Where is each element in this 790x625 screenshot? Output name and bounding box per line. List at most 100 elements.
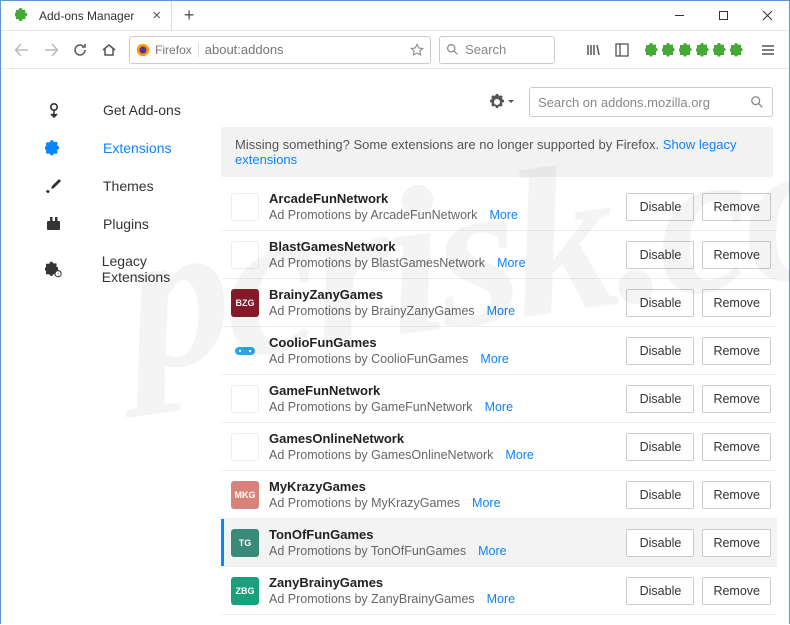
- extension-icons-group: [645, 42, 746, 58]
- sidebar-item-plugins[interactable]: Plugins: [1, 205, 221, 243]
- content-header: Search on addons.mozilla.org: [221, 87, 777, 127]
- extension-row[interactable]: TGTonOfFunGamesAd Promotions by TonOfFun…: [221, 519, 777, 567]
- amo-search-input[interactable]: Search on addons.mozilla.org: [529, 87, 773, 117]
- identity-box[interactable]: Firefox: [136, 43, 199, 57]
- extension-thumbnail: [231, 193, 259, 221]
- extension-icon[interactable]: [645, 42, 661, 58]
- extension-body: GameFunNetworkAd Promotions by GameFunNe…: [269, 383, 616, 414]
- disable-button[interactable]: Disable: [626, 433, 694, 461]
- extension-thumbnail: ZBG: [231, 577, 259, 605]
- back-button[interactable]: [9, 36, 34, 64]
- firefox-logo-icon: [136, 43, 150, 57]
- extension-title: BlastGamesNetwork: [269, 239, 616, 254]
- disable-button[interactable]: Disable: [626, 529, 694, 557]
- extension-actions: Disable Remove: [626, 193, 771, 221]
- extension-row[interactable]: BlastGamesNetwork Ad Promotions by BlastG…: [221, 231, 777, 279]
- forward-button[interactable]: [38, 36, 63, 64]
- nav-toolbar: Firefox about:addons Search: [1, 31, 789, 69]
- browser-tab[interactable]: Add-ons Manager ×: [1, 1, 172, 30]
- extension-icon[interactable]: [679, 42, 695, 58]
- brush-icon: [45, 177, 63, 195]
- disable-button[interactable]: Disable: [626, 337, 694, 365]
- maximize-button[interactable]: [701, 1, 745, 30]
- extension-icon[interactable]: [696, 42, 712, 58]
- remove-button[interactable]: Remove: [702, 337, 771, 365]
- more-link[interactable]: More: [505, 448, 533, 462]
- extension-icon[interactable]: [662, 42, 678, 58]
- more-link[interactable]: More: [487, 592, 515, 606]
- more-link[interactable]: More: [472, 496, 500, 510]
- extension-thumbnail: BZG: [231, 289, 259, 317]
- sidebar-item-get-addons[interactable]: Get Add-ons: [1, 91, 221, 129]
- close-window-button[interactable]: [745, 1, 789, 30]
- extension-body: BlastGamesNetwork Ad Promotions by BlastG…: [269, 239, 616, 270]
- reload-button[interactable]: [67, 36, 92, 64]
- more-link[interactable]: More: [478, 544, 506, 558]
- extension-row[interactable]: GamesOnlineNetwork Ad Promotions by Games…: [221, 423, 777, 471]
- plugin-icon: [45, 215, 63, 233]
- disable-button[interactable]: Disable: [626, 241, 694, 269]
- extension-thumbnail: [231, 337, 259, 365]
- disable-button[interactable]: Disable: [626, 577, 694, 605]
- remove-button[interactable]: Remove: [702, 289, 771, 317]
- extension-title: GamesOnlineNetwork: [269, 431, 616, 446]
- disable-button[interactable]: Disable: [626, 193, 694, 221]
- home-button[interactable]: [96, 36, 121, 64]
- extension-row[interactable]: CoolioFunGamesAd Promotions by CoolioFun…: [221, 327, 777, 375]
- download-icon: [45, 101, 63, 119]
- extension-body: CoolioFunGamesAd Promotions by CoolioFun…: [269, 335, 616, 366]
- sidebar-item-extensions[interactable]: Extensions: [1, 129, 221, 167]
- url-bar[interactable]: Firefox about:addons: [129, 36, 431, 64]
- category-sidebar: Get Add-ons Extensions Themes Plugins ! …: [1, 69, 221, 625]
- extension-row[interactable]: ZBG ZanyBrainyGamesAd Promotions by ZanyB…: [221, 567, 777, 615]
- disable-button[interactable]: Disable: [626, 289, 694, 317]
- addon-puzzle-icon: [15, 8, 30, 23]
- extension-body: ZanyBrainyGamesAd Promotions by ZanyBrai…: [269, 575, 616, 606]
- tab-close-icon[interactable]: ×: [134, 8, 161, 23]
- extension-row[interactable]: GameFunNetworkAd Promotions by GameFunNe…: [221, 375, 777, 423]
- more-link[interactable]: More: [485, 400, 513, 414]
- remove-button[interactable]: Remove: [702, 481, 771, 509]
- extensions-list: ArcadeFunNetworkAd Promotions by ArcadeF…: [221, 183, 777, 615]
- more-link[interactable]: More: [487, 304, 515, 318]
- extension-row[interactable]: MKGMyKrazyGamesAd Promotions by MyKrazyG…: [221, 471, 777, 519]
- hamburger-menu-button[interactable]: [756, 36, 781, 64]
- remove-button[interactable]: Remove: [702, 529, 771, 557]
- remove-button[interactable]: Remove: [702, 241, 771, 269]
- extension-title: TonOfFunGames: [269, 527, 616, 542]
- extension-icon[interactable]: [730, 42, 746, 58]
- tab-title: Add-ons Manager: [39, 9, 134, 23]
- disable-button[interactable]: Disable: [626, 481, 694, 509]
- extension-actions: Disable Remove: [626, 241, 771, 269]
- disable-button[interactable]: Disable: [626, 385, 694, 413]
- extension-row[interactable]: BZGBrainyZanyGamesAd Promotions by Brain…: [221, 279, 777, 327]
- remove-button[interactable]: Remove: [702, 433, 771, 461]
- minimize-button[interactable]: [657, 1, 701, 30]
- sidebar-toggle-button[interactable]: [610, 36, 635, 64]
- sidebar-item-legacy[interactable]: ! Legacy Extensions: [1, 243, 221, 295]
- extension-actions: Disable Remove: [626, 433, 771, 461]
- new-tab-button[interactable]: +: [172, 1, 206, 30]
- library-button[interactable]: [581, 36, 606, 64]
- content-pane: Search on addons.mozilla.org Missing som…: [221, 69, 789, 625]
- more-link[interactable]: More: [480, 352, 508, 366]
- extension-thumbnail: [231, 433, 259, 461]
- extension-description: Ad Promotions by GamesOnlineNetworkMore: [269, 448, 616, 462]
- more-link[interactable]: More: [489, 208, 517, 222]
- chevron-down-icon: [507, 98, 515, 106]
- extension-description: Ad Promotions by ArcadeFunNetworkMore: [269, 208, 616, 222]
- more-link[interactable]: More: [497, 256, 525, 270]
- extension-icon[interactable]: [713, 42, 729, 58]
- extension-description: Ad Promotions by BlastGamesNetworkMore: [269, 256, 616, 270]
- remove-button[interactable]: Remove: [702, 577, 771, 605]
- remove-button[interactable]: Remove: [702, 385, 771, 413]
- sidebar-item-label: Plugins: [103, 216, 149, 232]
- bookmark-star-icon[interactable]: [410, 43, 424, 57]
- tools-gear-button[interactable]: [487, 87, 517, 117]
- main-area: Get Add-ons Extensions Themes Plugins ! …: [1, 69, 789, 625]
- extension-row[interactable]: ArcadeFunNetworkAd Promotions by ArcadeF…: [221, 183, 777, 231]
- search-box[interactable]: Search: [439, 36, 555, 64]
- remove-button[interactable]: Remove: [702, 193, 771, 221]
- extension-title: ZanyBrainyGames: [269, 575, 616, 590]
- sidebar-item-themes[interactable]: Themes: [1, 167, 221, 205]
